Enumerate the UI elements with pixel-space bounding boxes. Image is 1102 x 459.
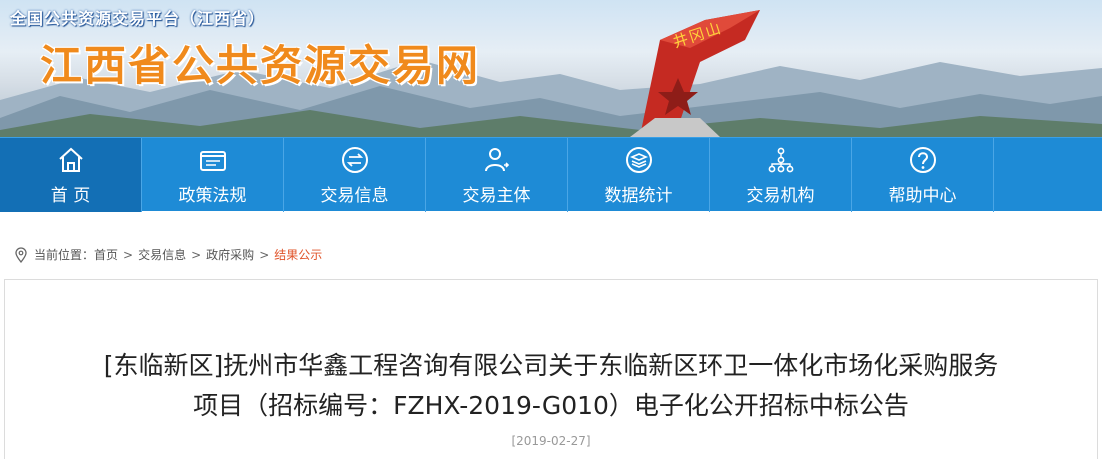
nav-item-label: 交易信息 bbox=[320, 185, 389, 206]
nav-item-help[interactable]: 帮助中心 bbox=[852, 138, 994, 212]
breadcrumb-trade-info[interactable]: 交易信息 bbox=[138, 246, 186, 263]
article-title-line1: [东临新区]抚州市华鑫工程咨询有限公司关于东临新区环卫一体化市场化采购服务 bbox=[103, 351, 999, 380]
breadcrumb-prefix: 当前位置： bbox=[34, 248, 95, 262]
breadcrumb-separator: > bbox=[123, 247, 134, 262]
breadcrumb-separator: > bbox=[259, 247, 270, 262]
folder-icon bbox=[199, 150, 226, 171]
nav-item-label: 交易主体 bbox=[462, 185, 531, 206]
main-nav: 首 页 政策法规 交易信息 交易主体 数据统计 交易机构 帮助中心 bbox=[0, 137, 1102, 212]
nav-item-label: 数据统计 bbox=[604, 185, 673, 206]
breadcrumb: 当前位置： 首页 > 交易信息 > 政府采购 > 结果公示 bbox=[14, 246, 322, 263]
breadcrumb-home[interactable]: 首页 bbox=[94, 246, 118, 263]
site-title: 江西省公共资源交易网 bbox=[40, 41, 481, 90]
platform-name: 全国公共资源交易平台（江西省） bbox=[10, 9, 266, 28]
help-icon bbox=[909, 146, 936, 173]
nav-item-institution[interactable]: 交易机构 bbox=[710, 138, 852, 212]
nav-item-policy[interactable]: 政策法规 bbox=[142, 138, 284, 212]
org-chart-icon bbox=[768, 147, 793, 172]
user-icon bbox=[484, 147, 509, 171]
nav-item-trade-subject[interactable]: 交易主体 bbox=[426, 138, 568, 212]
article-title: [东临新区]抚州市华鑫工程咨询有限公司关于东临新区环卫一体化市场化采购服务 项目… bbox=[40, 346, 1062, 426]
nav-item-home[interactable]: 首 页 bbox=[0, 138, 142, 212]
nav-item-label: 交易机构 bbox=[746, 185, 815, 206]
home-icon bbox=[58, 147, 83, 172]
nav-item-trade-info[interactable]: 交易信息 bbox=[284, 138, 426, 212]
breadcrumb-government-procurement[interactable]: 政府采购 bbox=[206, 246, 254, 263]
site-banner: 全国公共资源交易平台（江西省） 江西省公共资源交易网 井冈山 bbox=[0, 0, 1102, 137]
breadcrumb-result-notice[interactable]: 结果公示 bbox=[274, 246, 322, 263]
nav-filler bbox=[994, 138, 1102, 211]
nav-item-label: 政策法规 bbox=[178, 185, 247, 206]
nav-item-statistics[interactable]: 数据统计 bbox=[568, 138, 710, 212]
article-title-line2: 项目（招标编号：FZHX-2019-G010）电子化公开招标中标公告 bbox=[193, 391, 909, 420]
location-pin-icon bbox=[15, 246, 27, 263]
exchange-icon bbox=[341, 146, 368, 173]
breadcrumb-separator: > bbox=[191, 247, 202, 262]
nav-item-label: 首 页 bbox=[50, 185, 91, 206]
nav-item-label: 帮助中心 bbox=[888, 185, 957, 206]
layers-icon bbox=[625, 146, 652, 173]
article-date: [2019-02-27] bbox=[511, 434, 591, 448]
